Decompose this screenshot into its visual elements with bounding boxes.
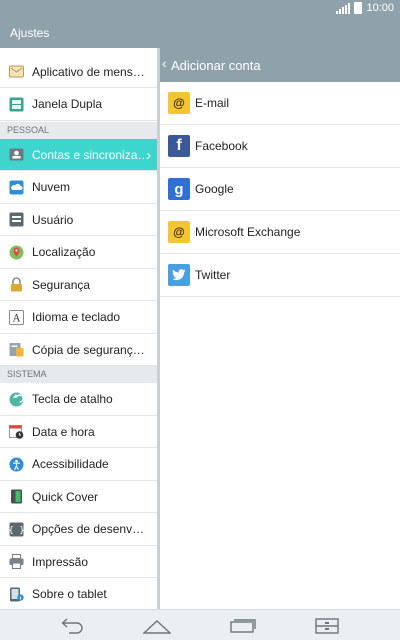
account-option-email[interactable]: @ E-mail <box>160 82 400 125</box>
signal-icon <box>336 2 351 14</box>
add-account-title: Adicionar conta <box>171 58 261 73</box>
sidebar-item-accessibility[interactable]: Acessibilidade <box>0 448 157 481</box>
cloud-icon <box>8 179 24 195</box>
sidebar-item-date-time[interactable]: Data e hora <box>0 416 157 448</box>
app-bar: Ajustes <box>0 18 400 48</box>
twitter-icon <box>168 264 190 286</box>
sidebar-item-cloud[interactable]: Nuvem <box>0 171 157 204</box>
quick-cover-icon <box>8 489 24 505</box>
sidebar-item-backup[interactable]: Cópia de segurança e restauração <box>0 334 157 366</box>
account-option-exchange[interactable]: @ Microsoft Exchange <box>160 211 400 254</box>
sidebar-item-security[interactable]: Segurança <box>0 269 157 301</box>
exchange-icon: @ <box>168 221 190 243</box>
status-indicators: 10:00 <box>336 2 394 14</box>
printer-icon <box>8 554 24 570</box>
recent-apps-icon[interactable] <box>228 616 258 636</box>
sidebar-item-shortcut-key[interactable]: Tecla de atalho <box>0 383 157 416</box>
backup-icon <box>8 342 24 358</box>
dual-window-icon <box>8 96 24 112</box>
section-header-sistema: SISTEMA <box>0 366 157 383</box>
sidebar-item-developer-options[interactable]: { } Opções de desenvolvedor <box>0 513 157 546</box>
sidebar-item-language-keyboard[interactable]: A Idioma e teclado <box>0 301 157 334</box>
settings-list: Aplicativo de mensagens Janela Dupla PES… <box>0 48 157 609</box>
add-account-panel: ‹ Adicionar conta @ E-mail f Facebook g … <box>160 48 400 609</box>
sidebar-item-dual-window[interactable]: Janela Dupla <box>0 88 157 121</box>
sidebar-item-location[interactable]: Localização <box>0 236 157 269</box>
back-icon[interactable] <box>58 616 88 636</box>
page-title: Ajustes <box>10 26 50 40</box>
facebook-icon: f <box>168 135 190 157</box>
sidebar-item-accounts-sync[interactable]: Contas e sincronização › <box>0 139 157 171</box>
sidebar-item-printing[interactable]: Impressão <box>0 546 157 578</box>
messaging-app-icon <box>8 64 24 80</box>
account-option-facebook[interactable]: f Facebook <box>160 125 400 168</box>
chevron-right-icon: › <box>146 147 151 162</box>
svg-text:A: A <box>11 313 20 324</box>
svg-text:{ }: { } <box>9 526 24 536</box>
accounts-sync-icon <box>8 147 24 163</box>
calendar-clock-icon <box>8 424 24 440</box>
section-header-pessoal: PESSOAL <box>0 122 157 139</box>
status-bar: 10:00 <box>0 0 400 18</box>
navigation-bar <box>0 609 400 640</box>
battery-icon <box>354 2 363 14</box>
home-icon[interactable] <box>142 616 172 636</box>
tablet-info-icon <box>8 586 24 602</box>
google-icon: g <box>168 178 190 200</box>
developer-options-icon: { } <box>8 521 24 537</box>
location-icon <box>8 244 24 260</box>
accessibility-icon <box>8 456 24 472</box>
add-account-header[interactable]: ‹ Adicionar conta <box>160 48 400 82</box>
shortcut-key-icon <box>8 391 24 407</box>
sidebar-item-quick-cover[interactable]: Quick Cover <box>0 481 157 513</box>
clock-time: 10:00 <box>366 2 394 14</box>
language-keyboard-icon: A <box>8 309 24 325</box>
sidebar-item-user[interactable]: Usuário <box>0 204 157 236</box>
account-option-google[interactable]: g Google <box>160 168 400 211</box>
sidebar-item-about-tablet[interactable]: Sobre o tablet <box>0 578 157 609</box>
chevron-left-icon[interactable]: ‹ <box>162 55 167 71</box>
email-icon: @ <box>168 92 190 114</box>
user-icon <box>8 212 24 228</box>
sidebar-item-messaging[interactable]: Aplicativo de mensagens <box>0 56 157 88</box>
menu-icon[interactable] <box>312 616 342 636</box>
account-option-twitter[interactable]: Twitter <box>160 254 400 297</box>
lock-icon <box>8 277 24 293</box>
